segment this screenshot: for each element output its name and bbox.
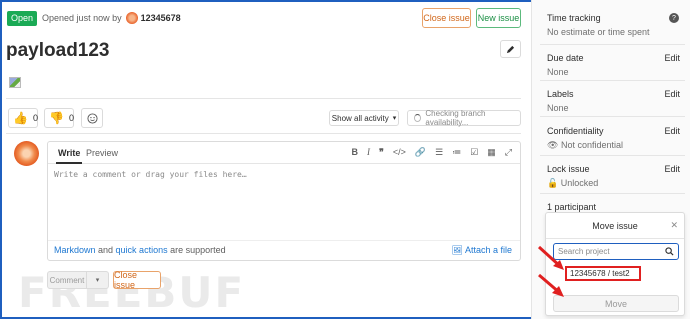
participants-count: 1 participant [547,202,597,212]
quote-icon[interactable]: ❞ [379,147,384,158]
labels-edit-link[interactable]: Edit [664,89,680,99]
divider [540,193,685,194]
thumbs-down-count: 0 [68,113,74,123]
current-user-avatar[interactable] [14,141,39,166]
edit-title-button[interactable] [500,40,521,58]
close-icon[interactable]: ✕ [670,220,678,231]
confidentiality-section: Confidentiality 👁 Not confidential Edit [547,126,685,151]
bullet-list-icon[interactable]: ☰ [435,147,443,158]
close-issue-button[interactable]: Close issue [422,8,471,28]
thumbs-up-icon: 👍 [13,111,28,125]
attach-file-button[interactable]: 🖼 Attach a file [452,245,512,256]
thumbs-up-count: 0 [32,113,38,123]
thumbs-down-icon: 👎 [49,111,64,125]
link-icon[interactable]: 🔗 [415,147,426,158]
time-tracking-title: Time tracking [547,13,601,23]
author-avatar[interactable] [125,12,138,24]
due-date-edit-link[interactable]: Edit [664,53,680,63]
quick-actions-link[interactable]: quick actions [116,245,168,255]
help-icon[interactable]: ? [669,13,679,23]
attach-file-label: Attach a file [464,245,512,255]
add-reaction-button[interactable] [81,108,103,128]
table-icon[interactable]: ▦ [487,147,496,158]
status-badge: Open [7,10,38,26]
divider [540,155,685,156]
project-option[interactable]: 12345678 / test2 [565,266,641,281]
lock-issue-section: Lock issue 🔓 Unlocked Edit [547,164,685,189]
pencil-icon [506,45,515,53]
issue-title: payload123 [6,40,110,61]
due-date-value: None [547,67,569,77]
lock-issue-value: Unlocked [560,178,599,188]
confidentiality-edit-link[interactable]: Edit [664,126,680,136]
annotation-arrow-icon [537,245,564,270]
eye-icon: 👁 [547,140,559,150]
comment-editor: Write Preview B I ❞ </> 🔗 ☰ ≔ ☑ ▦ ⤢ Writ… [47,141,521,261]
confidentiality-value-row: 👁 Not confidential [547,140,685,151]
italic-icon[interactable]: I [367,147,370,158]
create-branch-status: Checking branch availability... [407,109,521,127]
lock-issue-edit-link[interactable]: Edit [664,164,680,174]
supported-text: are supported [167,245,226,255]
move-button[interactable]: Move [553,295,679,312]
annotation-arrow-icon [538,273,564,297]
broken-image [9,77,21,88]
checking-branch-text: Checking branch availability... [425,109,486,127]
smiley-icon [86,112,98,124]
tab-write[interactable]: Write [55,148,83,164]
close-issue-bottom-button[interactable]: Close issue [113,270,161,290]
attach-icon: 🖼 [451,245,463,255]
participants-section: 1 participant [547,202,685,212]
opened-text: Opened just now by [42,13,122,23]
divider [540,116,685,117]
editor-tabs: Write Preview B I ❞ </> 🔗 ☰ ≔ ☑ ▦ ⤢ [48,142,520,164]
fullscreen-icon[interactable]: ⤢ [505,147,512,158]
thumbs-up-button[interactable]: 👍 0 [8,108,38,128]
bold-icon[interactable]: B [352,147,359,158]
comment-options-dropdown[interactable]: ▾ [87,271,109,289]
comment-button[interactable]: Comment [47,271,87,289]
due-date-section: Due date None Edit [547,53,685,77]
markdown-help: Markdown and quick actions are supported [54,245,226,255]
divider [540,44,685,45]
move-issue-title: Move issue [592,221,638,231]
author-name[interactable]: 12345678 [141,13,181,23]
divider [546,238,684,239]
divider [540,80,685,81]
comment-textarea[interactable]: Write a comment or drag your files here… [54,170,247,179]
numbered-list-icon[interactable]: ≔ [452,147,461,158]
code-icon[interactable]: </> [393,147,406,158]
task-list-icon[interactable]: ☑ [470,147,478,158]
project-search-input[interactable]: Search project [553,243,679,260]
time-tracking-section: Time tracking No estimate or time spent … [547,13,685,37]
chevron-down-icon: ▾ [95,277,100,284]
lock-issue-value-row: 🔓 Unlocked [547,178,685,189]
thumbs-down-button[interactable]: 👎 0 [44,108,74,128]
chevron-down-icon: ▾ [392,115,397,122]
tab-preview[interactable]: Preview [86,148,118,158]
labels-value: None [547,103,569,113]
confidentiality-value: Not confidential [560,140,623,150]
divider [6,98,521,99]
labels-section: Labels None Edit [547,89,685,113]
divider [6,133,521,134]
markdown-link[interactable]: Markdown [54,245,96,255]
issue-header: Open Opened just now by 12345678 [7,10,181,26]
time-tracking-value: No estimate or time spent [547,27,650,37]
markdown-toolbar: B I ❞ </> 🔗 ☰ ≔ ☑ ▦ ⤢ [352,147,512,158]
activity-filter-dropdown[interactable]: Show all activity ▾ [329,110,399,126]
and-text: and [95,245,116,255]
search-icon [665,247,674,256]
unlock-icon: 🔓 [547,178,559,188]
editor-footer: Markdown and quick actions are supported… [48,240,520,260]
spinner-icon [414,114,422,122]
activity-filter-label: Show all activity [331,113,389,123]
new-issue-button[interactable]: New issue [476,8,521,28]
